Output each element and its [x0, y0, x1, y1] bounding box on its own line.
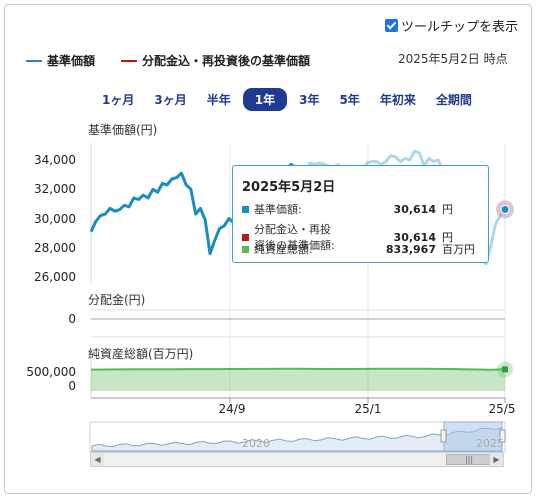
scroll-left-icon[interactable]: ◀: [91, 453, 104, 466]
x-tick-label: 25/5: [489, 402, 516, 416]
scroll-right-icon[interactable]: ▶: [490, 453, 503, 466]
navigator-label: 2020: [242, 437, 270, 450]
navigator-label: 2025: [476, 437, 504, 450]
assets-hover-point[interactable]: [502, 366, 508, 373]
navigator-scrollbar[interactable]: ◀ ||| ▶: [90, 452, 504, 467]
assets-series-layer: [90, 361, 513, 391]
tooltip-label: 純資産総額:: [254, 243, 313, 256]
assets-line: [90, 367, 506, 371]
x-tick-label: 25/1: [355, 402, 382, 416]
tooltip-swatch: [242, 245, 249, 253]
assets-area: [91, 368, 505, 391]
tooltip-swatch: [242, 233, 249, 241]
tooltip-value: 30,614: [393, 202, 436, 216]
tooltip-value: 833,967: [385, 242, 436, 256]
scrollbar-thumb[interactable]: |||: [446, 454, 492, 465]
tooltip-row: 基準価額: 30,614 円: [242, 201, 482, 217]
tooltip-unit: 円: [442, 203, 453, 216]
navigator-handle-left[interactable]: [440, 429, 447, 443]
tooltip-swatch: [242, 205, 249, 213]
tooltip-date: 2025年5月2日: [242, 180, 336, 195]
tooltip-unit: 百万円: [442, 243, 475, 256]
tooltip-box: 2025年5月2日 基準価額: 30,614 円 分配金込・再投資後の基準価額:…: [232, 165, 489, 263]
x-tick-label: 24/9: [219, 402, 246, 416]
tooltip-row: 純資産総額: 833,967 百万円: [242, 241, 482, 257]
hover-point[interactable]: [500, 205, 510, 215]
tooltip-label: 基準価額:: [254, 203, 302, 216]
